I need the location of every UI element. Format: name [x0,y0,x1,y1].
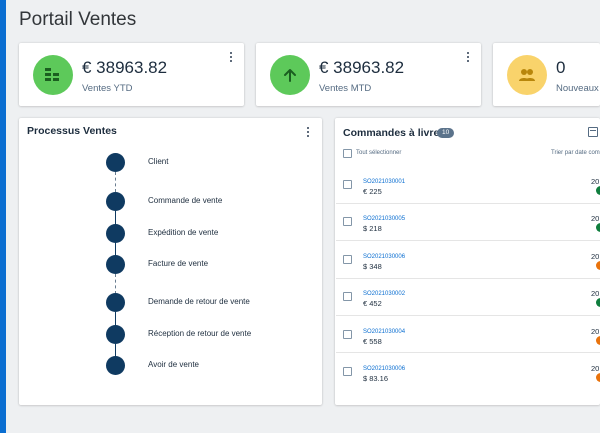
page-title: Portail Ventes [19,9,137,30]
kpi-card-ventes-mtd[interactable]: € 38963.82 Ventes MTD [256,43,481,106]
process-step-dot[interactable] [106,153,125,172]
table-view-icon[interactable] [588,127,598,137]
process-step-label[interactable]: Facture de vente [148,259,208,268]
order-amount: € 452 [363,299,382,308]
row-divider [336,278,600,279]
status-badge [596,298,600,307]
process-step-label[interactable]: Commande de vente [148,196,222,205]
row-checkbox[interactable] [343,292,352,301]
process-connector-dashed [115,172,116,192]
process-step-label[interactable]: Réception de retour de vente [148,329,251,338]
order-id-link[interactable]: SO2021030002 [363,291,405,297]
order-amount: € 225 [363,187,382,196]
process-connector-dashed [115,274,116,294]
process-step-label[interactable]: Demande de retour de vente [148,297,250,306]
sort-label[interactable]: Trier par date com [551,150,600,156]
order-date: 20 [591,214,600,223]
order-date: 20 [591,364,600,373]
row-divider [336,240,600,241]
process-step-dot[interactable] [106,192,125,211]
order-amount: € 558 [363,337,382,346]
select-all-label: Tout sélectionner [356,150,402,156]
process-step-dot[interactable] [106,293,125,312]
row-divider [336,203,600,204]
status-badge [596,186,600,195]
orders-count-badge: 10 [437,128,455,138]
process-step-dot[interactable] [106,255,125,274]
order-amount: $ 83.16 [363,374,389,383]
process-step-dot[interactable] [106,325,125,344]
process-step-dot[interactable] [106,356,125,375]
row-checkbox[interactable] [343,330,352,339]
kpi-value: € 38963.82 [319,58,405,77]
people-icon [507,55,547,95]
kpi-label: Ventes MTD [319,83,372,94]
left-accent-bar [0,0,6,433]
kpi-value: € 38963.82 [82,58,168,77]
process-connector [115,312,116,326]
select-all-checkbox[interactable] [343,149,352,158]
more-options-icon[interactable] [228,52,234,64]
status-badge [596,223,600,232]
order-date: 20 [591,252,600,261]
order-id-link[interactable]: SO2021030001 [363,179,405,185]
kpi-label: Nouveaux c [556,83,600,94]
process-step-label[interactable]: Avoir de vente [148,360,199,369]
kpi-label: Ventes YTD [82,83,133,94]
row-divider [336,352,600,353]
more-options-icon[interactable] [465,52,471,64]
order-date: 20 [591,327,600,336]
row-checkbox[interactable] [343,255,352,264]
process-connector [115,211,116,225]
order-id-link[interactable]: SO2021030006 [363,366,405,372]
process-step-dot[interactable] [106,224,125,243]
stacked-coins-icon [33,55,73,95]
status-badge [596,261,600,270]
row-checkbox[interactable] [343,217,352,226]
row-checkbox[interactable] [343,180,352,189]
process-panel-title: Processus Ventes [27,125,117,137]
order-amount: $ 218 [363,224,382,233]
order-id-link[interactable]: SO2021030005 [363,216,405,222]
process-more-options-icon[interactable] [305,127,311,139]
order-id-link[interactable]: SO2021030006 [363,254,405,260]
orders-panel-title: Commandes à livrer [343,127,444,139]
kpi-card-ventes-ytd[interactable]: € 38963.82 Ventes YTD [19,43,244,106]
process-connector [115,242,116,256]
arrow-up-icon [270,55,310,95]
row-checkbox[interactable] [343,367,352,376]
order-amount: $ 348 [363,262,382,271]
status-badge [596,373,600,382]
process-step-label[interactable]: Client [148,157,168,166]
order-id-link[interactable]: SO2021030004 [363,329,405,335]
order-date: 20 [591,177,600,186]
process-step-label[interactable]: Expédition de vente [148,228,218,237]
status-badge [596,336,600,345]
row-divider [336,315,600,316]
kpi-card-nouveaux-clients[interactable]: 0 Nouveaux c [493,43,600,106]
kpi-value: 0 [556,58,566,77]
order-date: 20 [591,289,600,298]
